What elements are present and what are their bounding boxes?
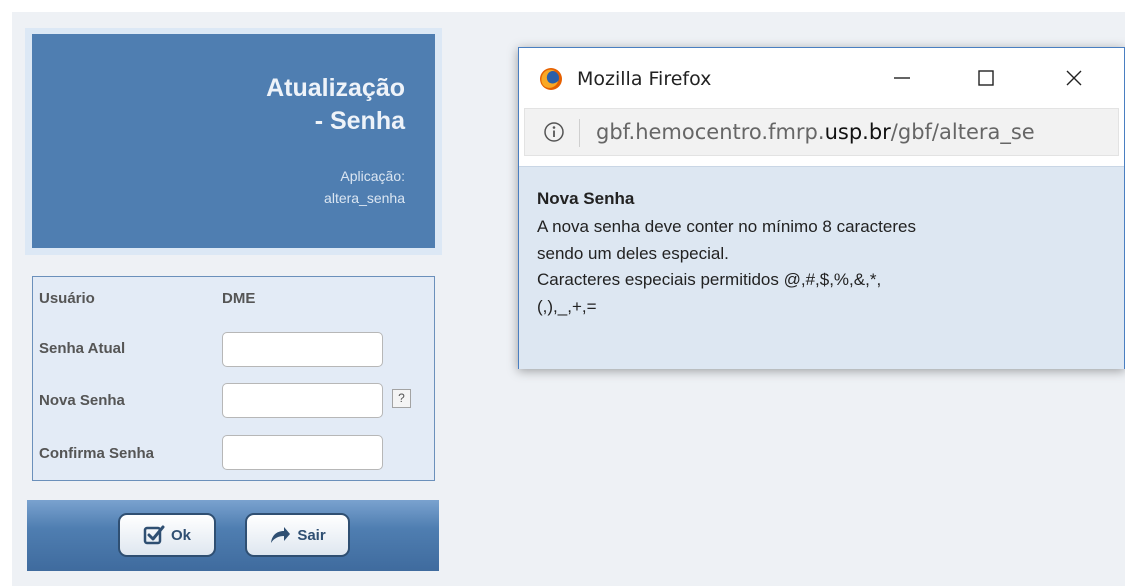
popup-text-line: A nova senha deve conter no mínimo 8 car… (537, 217, 916, 236)
info-icon[interactable] (543, 121, 565, 143)
maximize-icon (978, 70, 994, 86)
new-password-input[interactable] (222, 383, 383, 418)
maximize-button[interactable] (964, 58, 1008, 98)
checkbox-check-icon (143, 525, 165, 545)
url-path: /gbf/altera_se (890, 120, 1035, 144)
firefox-popup-window: Mozilla Firefox gbf.hemocentro.fmrp.usp.… (518, 47, 1125, 369)
user-label: Usuário (39, 290, 95, 307)
page-title: Atualização - Senha (266, 72, 405, 138)
popup-heading: Nova Senha (537, 189, 635, 208)
url-bar[interactable]: gbf.hemocentro.fmrp.usp.br/gbf/altera_se (524, 108, 1119, 156)
current-password-input[interactable] (222, 332, 383, 367)
confirm-password-input[interactable] (222, 435, 383, 470)
help-button[interactable]: ? (392, 389, 411, 408)
minimize-button[interactable] (880, 58, 924, 98)
new-password-label: Nova Senha (39, 392, 125, 409)
ok-button[interactable]: Ok (118, 513, 216, 557)
popup-content: Nova Senha A nova senha deve conter no m… (519, 166, 1124, 369)
button-bar: Ok Sair (27, 500, 439, 571)
popup-titlebar: Mozilla Firefox (519, 48, 1124, 108)
url-separator (579, 119, 580, 147)
confirm-password-label: Confirma Senha (39, 445, 155, 462)
minimize-icon (894, 77, 910, 79)
url-domain: usp.br (824, 120, 891, 144)
exit-button-label: Sair (297, 526, 326, 544)
url-text: gbf.hemocentro.fmrp.usp.br/gbf/altera_se (596, 120, 1114, 144)
exit-arrow-icon (271, 527, 291, 543)
application-name: altera_senha (324, 190, 405, 206)
user-value: DME (222, 290, 256, 307)
firefox-logo-icon (540, 68, 562, 90)
page-title-line2: - Senha (314, 107, 405, 135)
current-password-label: Senha Atual (39, 340, 126, 357)
ok-button-label: Ok (170, 526, 191, 544)
popup-text-line: Caracteres especiais permitidos @,#,$,%,… (537, 270, 882, 289)
popup-window-title: Mozilla Firefox (577, 68, 712, 90)
page-title-line1: Atualização (266, 74, 405, 102)
password-form: Usuário DME Senha Atual Nova Senha ? Con… (32, 276, 435, 481)
popup-text-line: (,),_,+,= (537, 297, 597, 316)
close-button[interactable] (1052, 58, 1096, 98)
application-info: Aplicação: altera_senha (324, 165, 405, 209)
popup-text-line: sendo um deles especial. (537, 244, 729, 263)
application-label: Aplicação: (340, 168, 405, 184)
url-prefix: gbf.hemocentro.fmrp. (596, 120, 825, 144)
header-panel: Atualização - Senha Aplicação: altera_se… (32, 34, 435, 248)
exit-button[interactable]: Sair (245, 513, 350, 557)
close-icon (1066, 70, 1082, 86)
